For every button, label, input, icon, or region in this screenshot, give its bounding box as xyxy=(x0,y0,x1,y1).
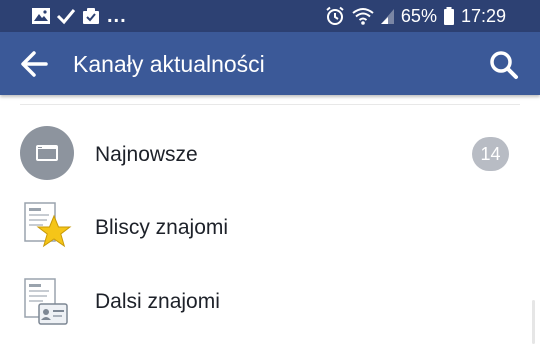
list-item-label: Dalsi znajomi xyxy=(95,290,220,313)
battery-percent: 65% xyxy=(400,6,437,26)
page-title: Kanały aktualności xyxy=(73,51,265,77)
count-badge: 14 xyxy=(472,137,509,171)
check-clipboard-icon xyxy=(81,6,101,26)
image-icon xyxy=(31,6,51,26)
more-notifications-indicator: ... xyxy=(107,5,127,27)
list-item-close-friends[interactable]: Bliscy znajomi xyxy=(0,198,540,258)
back-button[interactable] xyxy=(20,50,50,78)
signal-icon xyxy=(380,6,395,26)
clock: 17:29 xyxy=(460,6,506,26)
divider xyxy=(20,104,520,105)
recent-feed-icon xyxy=(20,126,74,180)
notification-area: ... xyxy=(31,6,127,26)
scroll-indicator xyxy=(532,300,535,344)
list-item-label: Najnowsze xyxy=(95,143,198,166)
status-bar: ... 65% 17:29 xyxy=(0,0,540,32)
system-status-area: 65% 17:29 xyxy=(319,5,506,27)
search-icon xyxy=(490,51,518,79)
list-item-acquaintances[interactable]: Dalsi znajomi xyxy=(0,272,540,332)
list-item-recent[interactable]: Najnowsze 14 xyxy=(0,123,540,183)
list-item-label: Bliscy znajomi xyxy=(95,216,229,239)
search-button[interactable] xyxy=(488,49,520,81)
battery-icon xyxy=(443,6,455,26)
app-bar: Kanały aktualności xyxy=(0,32,540,95)
back-arrow-icon xyxy=(21,51,48,77)
alarm-icon xyxy=(325,6,345,26)
close-friends-star-icon xyxy=(20,199,74,253)
check-icon xyxy=(56,6,76,26)
acquaintances-id-card-icon xyxy=(20,276,74,330)
wifi-icon xyxy=(351,6,375,26)
